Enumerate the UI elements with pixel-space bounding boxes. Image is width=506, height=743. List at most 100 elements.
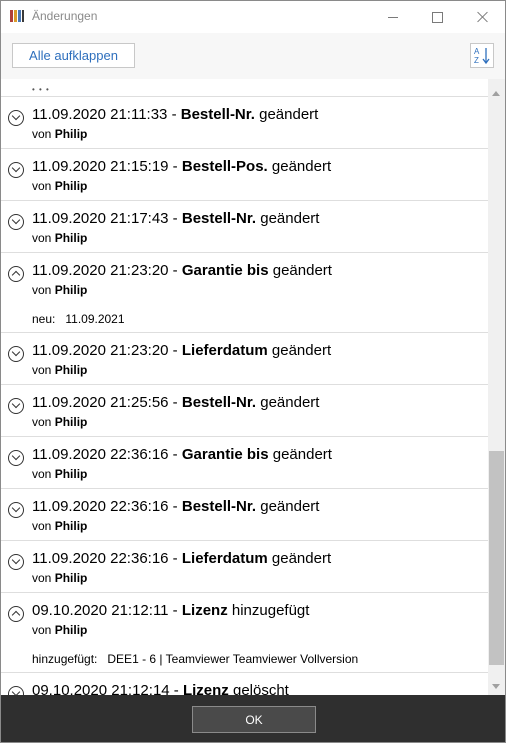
maximize-button[interactable]: [415, 1, 460, 33]
detail-value: 11.09.2021: [65, 312, 125, 326]
entry-field: Bestell-Nr.: [181, 498, 257, 515]
entry-field: Garantie bis: [181, 446, 269, 463]
entry-action: geändert: [271, 550, 332, 567]
sort-button[interactable]: A Z: [470, 43, 494, 68]
expand-chevron-icon[interactable]: [8, 450, 24, 466]
entry-summary: 11.09.2020 22:36:16 - Lieferdatum geände…: [32, 550, 331, 567]
entry-field: Bestell-Nr.: [180, 106, 255, 123]
expand-chevron-icon[interactable]: [8, 110, 24, 126]
entry-author: von Philip: [32, 363, 87, 377]
entry-summary: 11.09.2020 21:11:33 - Bestell-Nr. geände…: [32, 106, 318, 123]
author-name: Philip: [54, 623, 88, 637]
list-item[interactable]: 11.09.2020 21:17:43 - Bestell-Nr. geände…: [1, 201, 488, 253]
author-name: Philip: [54, 415, 88, 429]
svg-text:Z: Z: [474, 56, 479, 65]
list-item[interactable]: 11.09.2020 21:15:19 - Bestell-Pos. geänd…: [1, 149, 488, 201]
expand-chevron-icon[interactable]: [8, 554, 24, 570]
entry-timestamp: 09.10.2020 21:12:14 -: [32, 682, 179, 695]
minimize-button[interactable]: [370, 1, 415, 33]
author-name: Philip: [54, 571, 88, 585]
expand-chevron-icon[interactable]: [8, 214, 24, 230]
entry-field: Lizenz: [181, 602, 228, 619]
author-prefix: von: [32, 231, 52, 245]
expand-all-button[interactable]: Alle aufklappen: [12, 43, 135, 68]
vertical-scrollbar[interactable]: [488, 79, 505, 695]
toolbar: Alle aufklappen A Z: [1, 33, 505, 80]
dialog-footer: OK: [1, 695, 505, 742]
entry-field: Lizenz: [182, 682, 229, 695]
close-button[interactable]: [460, 1, 505, 33]
title-bar[interactable]: Änderungen: [1, 1, 505, 33]
author-name: Philip: [54, 467, 88, 481]
truncated-row-indicator: • • •: [32, 85, 50, 94]
entry-field: Bestell-Nr.: [181, 394, 257, 411]
detail-label: hinzugefügt:: [32, 652, 98, 666]
detail-label: neu:: [32, 312, 56, 326]
collapse-chevron-icon[interactable]: [8, 606, 24, 622]
scroll-down-icon[interactable]: [492, 684, 500, 689]
sort-az-icon: A Z: [474, 47, 490, 65]
author-name: Philip: [54, 179, 88, 193]
expand-chevron-icon[interactable]: [8, 162, 24, 178]
entry-action: geändert: [272, 446, 332, 463]
list-item[interactable]: 11.09.2020 21:23:20 - Garantie bis geänd…: [1, 253, 488, 333]
entry-summary: 09.10.2020 21:12:11 - Lizenz hinzugefügt: [32, 602, 309, 619]
entry-timestamp: 11.09.2020 21:15:19 -: [32, 158, 178, 175]
author-prefix: von: [32, 283, 52, 297]
entry-author: von Philip: [32, 519, 87, 533]
app-icon: [10, 10, 24, 22]
expand-chevron-icon[interactable]: [8, 502, 24, 518]
author-prefix: von: [32, 519, 52, 533]
author-name: Philip: [54, 283, 88, 297]
entry-action: geändert: [260, 498, 320, 515]
author-prefix: von: [32, 179, 52, 193]
list-item[interactable]: 11.09.2020 21:25:56 - Bestell-Nr. geände…: [1, 385, 488, 437]
entry-action: geändert: [259, 106, 319, 123]
expand-chevron-icon[interactable]: [8, 398, 24, 414]
entry-field: Bestell-Nr.: [181, 210, 257, 227]
entry-field: Garantie bis: [181, 262, 269, 279]
author-prefix: von: [32, 415, 52, 429]
ok-button[interactable]: OK: [192, 706, 316, 733]
author-prefix: von: [32, 467, 52, 481]
author-prefix: von: [32, 623, 52, 637]
minimize-icon: [387, 16, 398, 18]
list-item[interactable]: 11.09.2020 22:36:16 - Bestell-Nr. geände…: [1, 489, 488, 541]
entry-author: von Philip: [32, 623, 87, 637]
list-item[interactable]: 09.10.2020 21:12:14 - Lizenz gelöscht: [1, 673, 488, 695]
entry-timestamp: 11.09.2020 22:36:16 -: [32, 498, 178, 515]
changes-list[interactable]: • • • 11.09.2020 21:11:33 - Bestell-Nr. …: [1, 79, 488, 695]
entry-author: von Philip: [32, 415, 87, 429]
close-icon: [477, 11, 489, 23]
scrollbar-thumb[interactable]: [489, 451, 504, 665]
list-item[interactable]: 09.10.2020 21:12:11 - Lizenz hinzugefügt…: [1, 593, 488, 673]
entry-action: geändert: [271, 158, 332, 175]
expand-chevron-icon[interactable]: [8, 686, 24, 695]
entry-detail: hinzugefügt: DEE1 - 6 | Teamviewer Teamvi…: [32, 652, 358, 666]
entry-timestamp: 11.09.2020 22:36:16 -: [32, 550, 178, 567]
maximize-icon: [432, 11, 443, 23]
entry-summary: 11.09.2020 21:23:20 - Garantie bis geänd…: [32, 262, 332, 279]
entry-timestamp: 09.10.2020 21:12:11 -: [32, 602, 178, 619]
author-name: Philip: [54, 363, 88, 377]
changes-window: Änderungen Alle aufklappen A Z • • • 11.…: [0, 0, 506, 743]
expand-chevron-icon[interactable]: [8, 346, 24, 362]
entry-summary: 11.09.2020 21:23:20 - Lieferdatum geände…: [32, 342, 331, 359]
detail-value: DEE1 - 6 | Teamviewer Teamviewer Vollver…: [107, 652, 359, 666]
entry-summary: 11.09.2020 21:17:43 - Bestell-Nr. geände…: [32, 210, 319, 227]
list-item[interactable]: 11.09.2020 21:23:20 - Lieferdatum geände…: [1, 333, 488, 385]
collapse-chevron-icon[interactable]: [8, 266, 24, 282]
svg-text:A: A: [474, 47, 480, 56]
list-item[interactable]: 11.09.2020 22:36:16 - Garantie bis geänd…: [1, 437, 488, 489]
scroll-up-icon[interactable]: [492, 91, 500, 96]
entry-action: geändert: [272, 262, 332, 279]
list-item: • • •: [1, 79, 488, 97]
author-prefix: von: [32, 571, 52, 585]
list-item[interactable]: 11.09.2020 21:11:33 - Bestell-Nr. geände…: [1, 97, 488, 149]
entry-summary: 11.09.2020 22:36:16 - Garantie bis geänd…: [32, 446, 332, 463]
entry-summary: 11.09.2020 21:25:56 - Bestell-Nr. geände…: [32, 394, 319, 411]
list-item[interactable]: 11.09.2020 22:36:16 - Lieferdatum geände…: [1, 541, 488, 593]
entry-action: geändert: [260, 394, 320, 411]
window-title: Änderungen: [32, 9, 98, 23]
entry-author: von Philip: [32, 127, 87, 141]
